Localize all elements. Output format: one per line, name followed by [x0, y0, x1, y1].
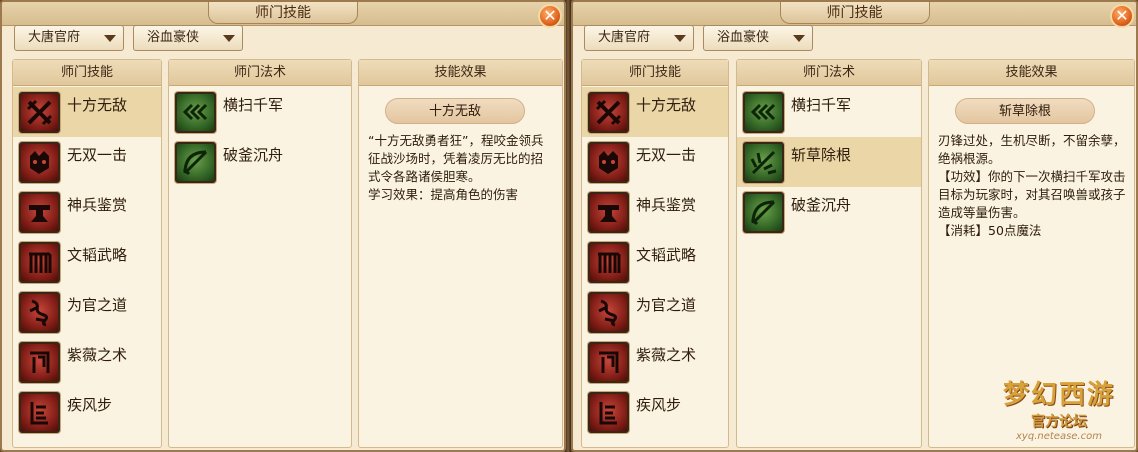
window-title: 师门技能 [779, 2, 930, 24]
steps-icon[interactable] [19, 392, 60, 433]
chevron-down-icon [674, 35, 686, 42]
list-item-label: 紫薇之术 [636, 346, 697, 364]
sect-skill-window-left: 师门技能 ✕ 大唐官府 浴血豪侠 师门技能 十方无敌无双一击神兵鉴赏文韬武略为官… [0, 0, 566, 452]
list-item-label: 为官之道 [636, 296, 697, 314]
triple-chevron-icon[interactable] [743, 92, 784, 133]
list-item-label: 斩草除根 [791, 146, 852, 164]
effect-description: “十方无敌勇者狂”，程咬金领兵征战沙场时，凭着凌厉无比的招式令各路诸侯胆寒。 学… [368, 133, 544, 202]
beast-head-icon[interactable] [588, 142, 629, 183]
list-item-label: 破釜沉舟 [791, 196, 852, 214]
list-item-label: 文韬武略 [636, 246, 697, 264]
list-item[interactable]: 文韬武略 [13, 237, 161, 287]
game-logo-watermark: 梦幻西游 官方论坛 xyq.netease.com [986, 374, 1132, 446]
effect-header: 技能效果 [929, 60, 1134, 86]
list-item[interactable]: 无双一击 [582, 137, 728, 187]
list-item-label: 十方无敌 [67, 96, 128, 114]
list-item[interactable]: 斩草除根 [737, 137, 921, 187]
seal-icon[interactable] [588, 342, 629, 383]
style-dropdown-value: 浴血豪侠 [717, 30, 770, 45]
sect-dropdown-value: 大唐官府 [28, 30, 81, 45]
watermark-url: xyq.netease.com [1016, 431, 1102, 442]
list-item-label: 十方无敌 [636, 96, 697, 114]
bow-icon[interactable] [175, 142, 216, 183]
seal-icon[interactable] [19, 342, 60, 383]
list-item[interactable]: 疾风步 [582, 387, 728, 437]
list-item-label: 横扫千军 [223, 96, 284, 114]
list-item-label: 紫薇之术 [67, 346, 128, 364]
list-item-label: 疾风步 [67, 396, 113, 414]
scroll-knot-icon[interactable] [19, 292, 60, 333]
list-item[interactable]: 十方无敌 [13, 87, 161, 137]
list-item[interactable]: 破釜沉舟 [169, 137, 351, 187]
list-item-label: 无双一击 [636, 146, 697, 164]
list-item-label: 神兵鉴赏 [67, 196, 128, 214]
spells-column: 师门法术 横扫千军斩草除根破釜沉舟 [736, 59, 922, 448]
anvil-icon[interactable] [588, 192, 629, 233]
list-item[interactable]: 横扫千军 [737, 87, 921, 137]
list-item-label: 无双一击 [67, 146, 128, 164]
list-item[interactable]: 为官之道 [13, 287, 161, 337]
anvil-icon[interactable] [19, 192, 60, 233]
skills-column: 师门技能 十方无敌无双一击神兵鉴赏文韬武略为官之道紫薇之术疾风步 [581, 59, 729, 448]
list-item[interactable]: 神兵鉴赏 [582, 187, 728, 237]
list-item[interactable]: 紫薇之术 [582, 337, 728, 387]
fence-icon[interactable] [19, 242, 60, 283]
watermark-subtitle: 官方论坛 [1031, 414, 1087, 430]
sect-dropdown-value: 大唐官府 [598, 30, 651, 45]
effect-title: 十方无敌 [385, 98, 525, 124]
window-title: 师门技能 [208, 2, 358, 24]
slash-grass-icon[interactable] [743, 142, 784, 183]
list-item[interactable]: 为官之道 [582, 287, 728, 337]
chevron-down-icon [793, 35, 805, 42]
title-bar[interactable]: 师门技能 ✕ [573, 2, 1136, 28]
list-item-label: 文韬武略 [67, 246, 128, 264]
list-item[interactable]: 十方无敌 [582, 87, 728, 137]
list-item[interactable]: 神兵鉴赏 [13, 187, 161, 237]
skills-header: 师门技能 [582, 60, 728, 86]
list-item[interactable]: 紫薇之术 [13, 337, 161, 387]
list-item[interactable]: 文韬武略 [582, 237, 728, 287]
list-item[interactable]: 无双一击 [13, 137, 161, 187]
effect-column: 技能效果 十方无敌 “十方无敌勇者狂”，程咬金领兵征战沙场时，凭着凌厉无比的招式… [358, 59, 563, 448]
effect-title: 斩草除根 [955, 98, 1095, 124]
beast-head-icon[interactable] [19, 142, 60, 183]
bow-icon[interactable] [743, 192, 784, 233]
triple-chevron-icon[interactable] [175, 92, 216, 133]
style-dropdown[interactable]: 浴血豪侠 [133, 25, 243, 51]
spells-header: 师门法术 [169, 60, 351, 86]
steps-icon[interactable] [588, 392, 629, 433]
style-dropdown[interactable]: 浴血豪侠 [703, 25, 813, 51]
list-item-label: 横扫千军 [791, 96, 852, 114]
list-item-label: 破釜沉舟 [223, 146, 284, 164]
crossed-swords-icon[interactable] [588, 92, 629, 133]
crossed-swords-icon[interactable] [19, 92, 60, 133]
chevron-down-icon [223, 35, 235, 42]
title-bar[interactable]: 师门技能 ✕ [2, 2, 564, 28]
scroll-knot-icon[interactable] [588, 292, 629, 333]
sect-dropdown[interactable]: 大唐官府 [14, 25, 124, 51]
list-item[interactable]: 疾风步 [13, 387, 161, 437]
spells-header: 师门法术 [737, 60, 921, 86]
list-item[interactable]: 横扫千军 [169, 87, 351, 137]
close-button[interactable]: ✕ [1110, 4, 1134, 28]
list-item[interactable]: 破釜沉舟 [737, 187, 921, 237]
list-item-label: 神兵鉴赏 [636, 196, 697, 214]
fence-icon[interactable] [588, 242, 629, 283]
close-button[interactable]: ✕ [538, 4, 562, 28]
style-dropdown-value: 浴血豪侠 [147, 30, 200, 45]
watermark-logo: 梦幻西游 [1002, 380, 1115, 410]
sect-skill-window-right: 师门技能 ✕ 大唐官府 浴血豪侠 师门技能 十方无敌无双一击神兵鉴赏文韬武略为官… [571, 0, 1138, 452]
spells-column: 师门法术 横扫千军破釜沉舟 [168, 59, 352, 448]
skills-header: 师门技能 [13, 60, 161, 86]
effect-description: 刃锋过处，生机尽断，不留余孽，绝祸根源。 【功效】你的下一次横扫千军攻击目标为玩… [938, 133, 1126, 238]
list-item-label: 疾风步 [636, 396, 682, 414]
sect-dropdown[interactable]: 大唐官府 [584, 25, 694, 51]
chevron-down-icon [104, 35, 116, 42]
list-item-label: 为官之道 [67, 296, 128, 314]
effect-header: 技能效果 [359, 60, 562, 86]
skills-column: 师门技能 十方无敌无双一击神兵鉴赏文韬武略为官之道紫薇之术疾风步 [12, 59, 162, 448]
